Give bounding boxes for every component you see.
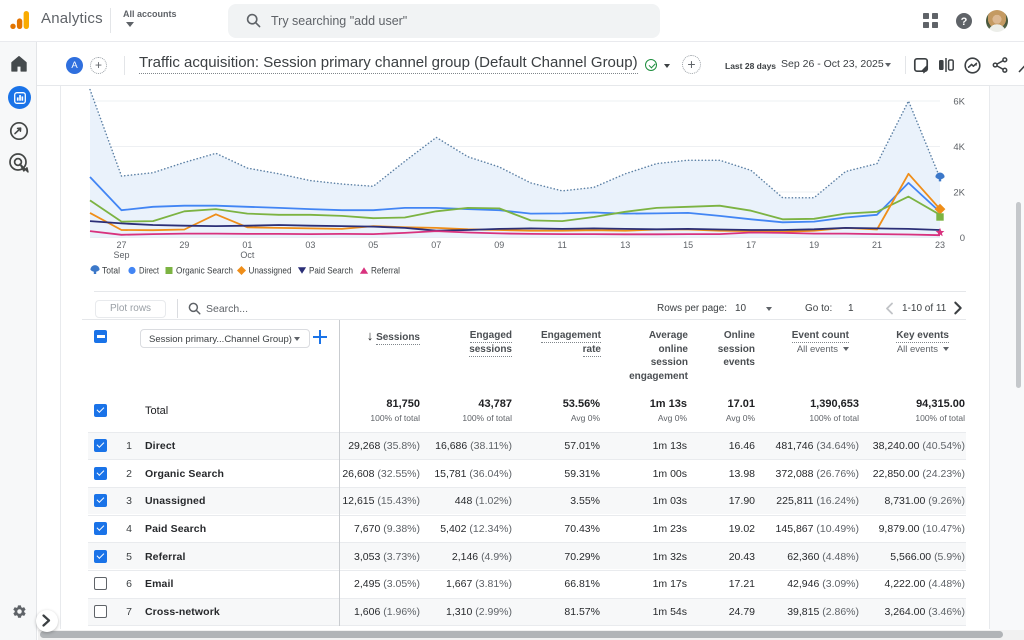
svg-text:13: 13 (620, 240, 630, 250)
svg-text:?: ? (961, 16, 968, 28)
svg-text:Direct: Direct (139, 266, 159, 276)
svg-text:07: 07 (431, 240, 441, 250)
svg-text:11: 11 (558, 240, 567, 250)
svg-text:23: 23 (935, 240, 945, 250)
svg-text:2K: 2K (953, 188, 965, 199)
svg-text:Sep: Sep (113, 250, 129, 260)
svg-text:6K: 6K (953, 97, 965, 108)
svg-text:Total: Total (102, 266, 120, 276)
svg-text:03: 03 (305, 240, 315, 250)
svg-text:09: 09 (494, 240, 504, 250)
svg-text:4K: 4K (953, 142, 965, 153)
svg-text:Organic Search: Organic Search (176, 266, 233, 276)
svg-text:Oct: Oct (240, 250, 255, 260)
svg-text:15: 15 (683, 240, 693, 250)
svg-text:0: 0 (960, 233, 965, 244)
svg-text:27: 27 (116, 240, 126, 250)
svg-text:17: 17 (746, 240, 756, 250)
svg-text:Paid Search: Paid Search (309, 266, 353, 276)
svg-text:Referral: Referral (371, 266, 400, 276)
svg-text:19: 19 (809, 240, 819, 250)
svg-text:Unassigned: Unassigned (249, 266, 292, 276)
svg-text:29: 29 (179, 240, 189, 250)
svg-text:05: 05 (368, 240, 378, 250)
svg-text:21: 21 (872, 240, 882, 250)
svg-text:01: 01 (242, 240, 252, 250)
